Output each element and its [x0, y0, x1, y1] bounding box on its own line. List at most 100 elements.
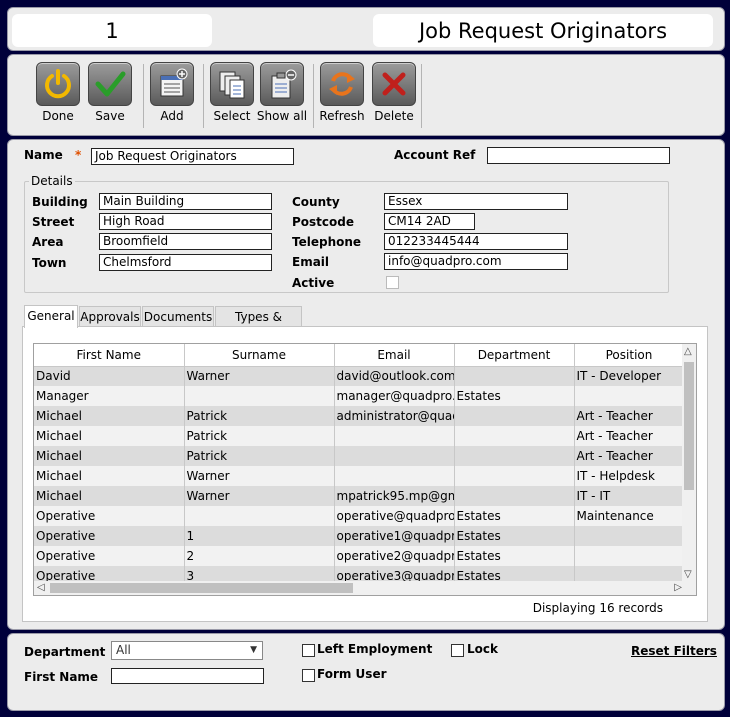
column-header-email[interactable]: Email [334, 344, 455, 367]
done-button[interactable]: Done [34, 62, 82, 123]
first-name-filter-input[interactable] [111, 668, 264, 684]
table-cell: operative@quadpro.com [334, 506, 455, 526]
telephone-field[interactable]: 012233445444 [384, 233, 568, 250]
table-row[interactable]: David Warner david@outlook.com IT - Deve… [34, 366, 685, 386]
scroll-down-icon[interactable]: ▽ [684, 569, 692, 581]
department-select[interactable]: All ▼ [111, 641, 263, 660]
email-field[interactable]: info@quadpro.com [384, 253, 568, 270]
reset-filters-link[interactable]: Reset Filters [631, 644, 717, 658]
table-cell [334, 446, 455, 466]
table-cell: administrator@quadpro.com [334, 406, 455, 426]
column-header-first-name[interactable]: First Name [34, 344, 185, 367]
required-mark: * [75, 148, 82, 162]
table-cell [454, 466, 575, 486]
table-cell: IT - IT [574, 486, 685, 506]
tab-documents[interactable]: Documents [142, 306, 214, 328]
table-cell: operative1@quadpro.com [334, 526, 455, 546]
add-label: Add [160, 109, 184, 123]
show-all-label: Show all [256, 109, 308, 123]
table-row[interactable]: Operative 1 operative1@quadpro.com Estat… [34, 526, 685, 546]
column-header-position[interactable]: Position [574, 344, 685, 367]
record-number: 1 [12, 14, 212, 47]
email-label: Email [292, 255, 330, 269]
vertical-scrollbar[interactable]: △ ▽ [682, 344, 696, 583]
table-cell: operative2@quadpro.com [334, 546, 455, 566]
table-cell: mpatrick95.mp@gmail.com [334, 486, 455, 506]
scroll-right-icon[interactable]: ▷ [674, 582, 682, 594]
tab-approvals[interactable]: Approvals [79, 306, 141, 328]
town-field[interactable]: Chelmsford [99, 254, 272, 271]
table-cell: Art - Teacher [574, 426, 685, 446]
active-checkbox[interactable] [386, 276, 399, 289]
active-label: Active [292, 276, 335, 290]
table-row[interactable]: Operative operative@quadpro.com Estates … [34, 506, 685, 526]
lock-label: Lock [467, 642, 498, 656]
table-cell: Estates [454, 526, 575, 546]
table-cell [574, 386, 685, 406]
show-all-button[interactable]: Show all [257, 62, 307, 123]
table-cell [454, 366, 575, 386]
left-employment-checkbox[interactable] [302, 644, 315, 657]
column-header-department[interactable]: Department [454, 344, 575, 367]
table-cell [454, 446, 575, 466]
tab-content: First Name Surname Email Department Posi… [22, 326, 708, 622]
table-cell [334, 466, 455, 486]
scroll-up-icon[interactable]: △ [684, 346, 692, 358]
select-button[interactable]: Select [208, 62, 256, 123]
table-row[interactable]: Michael Patrick Art - Teacher [34, 446, 685, 466]
table-cell: Art - Teacher [574, 406, 685, 426]
table-cell: david@outlook.com [334, 366, 455, 386]
account-ref-label: Account Ref [394, 148, 476, 162]
table-row[interactable]: Michael Patrick administrator@quadpro.co… [34, 406, 685, 426]
county-label: County [292, 195, 340, 209]
table-cell: Michael [34, 466, 185, 486]
table-cell: Patrick [184, 446, 335, 466]
table-row[interactable]: Michael Patrick Art - Teacher [34, 426, 685, 446]
area-label: Area [32, 235, 64, 249]
form-user-checkbox[interactable] [302, 669, 315, 682]
table-row[interactable]: Manager manager@quadpro.com Estates [34, 386, 685, 406]
account-ref-field[interactable] [487, 147, 670, 164]
tab-general[interactable]: General [24, 305, 78, 328]
page-title: Job Request Originators [373, 14, 713, 47]
town-label: Town [32, 256, 67, 270]
table-cell: Warner [184, 466, 335, 486]
add-list-icon [150, 62, 194, 106]
tab-types-notes[interactable]: Types & Notes [215, 306, 302, 344]
lock-checkbox[interactable] [451, 644, 464, 657]
table-row[interactable]: Michael Warner mpatrick95.mp@gmail.com I… [34, 486, 685, 506]
county-field[interactable]: Essex [384, 193, 568, 210]
header-bar: 1 Job Request Originators [7, 7, 725, 51]
building-field[interactable]: Main Building [99, 193, 272, 210]
area-field[interactable]: Broomfield [99, 233, 272, 250]
table-row[interactable]: Operative 2 operative2@quadpro.com Estat… [34, 546, 685, 566]
table-cell: Michael [34, 406, 185, 426]
delete-button[interactable]: Delete [370, 62, 418, 123]
table-cell: 2 [184, 546, 335, 566]
save-label: Save [95, 109, 125, 123]
documents-icon [210, 62, 254, 106]
save-button[interactable]: Save [86, 62, 134, 123]
table-cell [574, 546, 685, 566]
clipboard-minus-icon [260, 62, 304, 106]
postcode-field[interactable]: CM14 2AD [384, 213, 475, 230]
telephone-label: Telephone [292, 235, 362, 249]
table-cell: David [34, 366, 185, 386]
name-label: Name [24, 148, 63, 162]
horizontal-scroll-thumb[interactable] [50, 583, 353, 593]
add-button[interactable]: Add [148, 62, 196, 123]
left-employment-label: Left Employment [317, 642, 433, 656]
table-cell: Michael [34, 486, 185, 506]
scroll-left-icon[interactable]: ◁ [37, 582, 45, 594]
column-header-surname[interactable]: Surname [184, 344, 335, 367]
power-icon [36, 62, 80, 106]
horizontal-scrollbar[interactable]: ◁ ▷ [34, 581, 696, 595]
refresh-icon [320, 62, 364, 106]
refresh-button[interactable]: Refresh [318, 62, 366, 123]
vertical-scroll-thumb[interactable] [684, 362, 694, 490]
street-field[interactable]: High Road [99, 213, 272, 230]
name-field[interactable]: Job Request Originators [91, 148, 294, 165]
table-row[interactable]: Michael Warner IT - Helpdesk [34, 466, 685, 486]
checkmark-icon [88, 62, 132, 106]
table-cell: Michael [34, 446, 185, 466]
